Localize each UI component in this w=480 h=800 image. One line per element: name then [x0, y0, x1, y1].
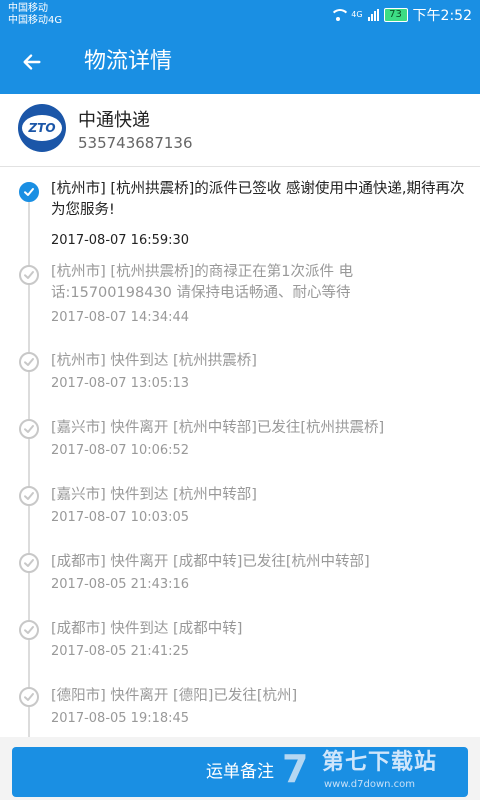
- check-circle-icon: [19, 620, 39, 640]
- timeline-entry-time: 2017-08-07 13:05:13: [51, 376, 190, 391]
- timeline-entry-text: [嘉兴市] 快件到达 [杭州中转部]: [51, 487, 257, 503]
- timeline-entry-text: [杭州市] [杭州拱震桥]的商禄正在第1次派件 电话:15700198430 请…: [51, 264, 354, 301]
- timeline-entry-text: [成都市] 快件离开 [成都中转]已发往[杭州中转部]: [51, 554, 370, 570]
- timeline-entry-time: 2017-08-05 19:18:45: [51, 711, 190, 726]
- courier-name: 中通快递: [78, 110, 150, 131]
- courier-logo: ZTO: [18, 104, 66, 152]
- tracking-number: 535743687136: [78, 134, 193, 152]
- timeline-entry-text: [杭州市] [杭州拱震桥]的派件已签收 感谢使用中通快递,期待再次为您服务!: [51, 181, 465, 218]
- timeline-entry-text: [嘉兴市] 快件离开 [杭州中转部]已发往[杭州拱震桥]: [51, 420, 385, 436]
- check-circle-icon: [19, 486, 39, 506]
- watermark: 7 第七下载站 www.d7down.com: [282, 745, 472, 797]
- tracking-timeline[interactable]: [杭州市] [杭州拱震桥]的派件已签收 感谢使用中通快递,期待再次为您服务! 2…: [0, 167, 480, 737]
- courier-logo-text: ZTO: [22, 115, 62, 141]
- timeline-entry-time: 2017-08-05 21:43:16: [51, 577, 190, 592]
- timeline-entry-time: 2017-08-05 21:41:25: [51, 644, 190, 659]
- timeline-entry-text: [杭州市] 快件到达 [杭州拱震桥]: [51, 353, 257, 369]
- bottom-bar: 运单备注 7 第七下载站 www.d7down.com: [0, 737, 480, 800]
- app-bar: 物流详情: [0, 30, 480, 94]
- back-arrow-icon: [23, 54, 41, 70]
- battery-icon: 73: [383, 8, 408, 22]
- check-circle-icon: [19, 265, 39, 285]
- timeline-entry-time: 2017-08-07 14:34:44: [51, 310, 190, 325]
- clock: 下午2:52: [412, 8, 472, 24]
- timeline-entry-time: 2017-08-07 16:59:30: [51, 233, 190, 248]
- watermark-name: 第七下载站: [322, 750, 438, 775]
- page-title: 物流详情: [84, 49, 173, 74]
- check-circle-icon: [19, 352, 39, 372]
- check-circle-icon: [19, 419, 39, 439]
- signal-icon: [367, 9, 379, 21]
- check-circle-icon: [19, 553, 39, 573]
- check-circle-icon: [19, 182, 39, 202]
- timeline-entry-text: [成都市] 快件到达 [成都中转]: [51, 621, 243, 637]
- watermark-logo: 7: [282, 747, 309, 791]
- courier-header: ZTO 中通快递 535743687136: [0, 94, 480, 167]
- check-circle-icon: [19, 687, 39, 707]
- status-bar: 中国移动 中国移动4G 4G 73 下午2:52: [0, 0, 480, 30]
- timeline-entry-time: 2017-08-07 10:06:52: [51, 443, 190, 458]
- carrier-name: 中国移动: [8, 3, 48, 14]
- timeline-entry-text: [德阳市] 快件离开 [德阳]已发往[杭州]: [51, 688, 298, 704]
- wifi-icon: [330, 9, 351, 21]
- network-type: 4G: [351, 10, 363, 19]
- back-button[interactable]: [14, 44, 50, 80]
- watermark-url: www.d7down.com: [324, 779, 416, 790]
- carrier-name-secondary: 中国移动4G: [8, 15, 63, 26]
- timeline-entry-time: 2017-08-07 10:03:05: [51, 510, 190, 525]
